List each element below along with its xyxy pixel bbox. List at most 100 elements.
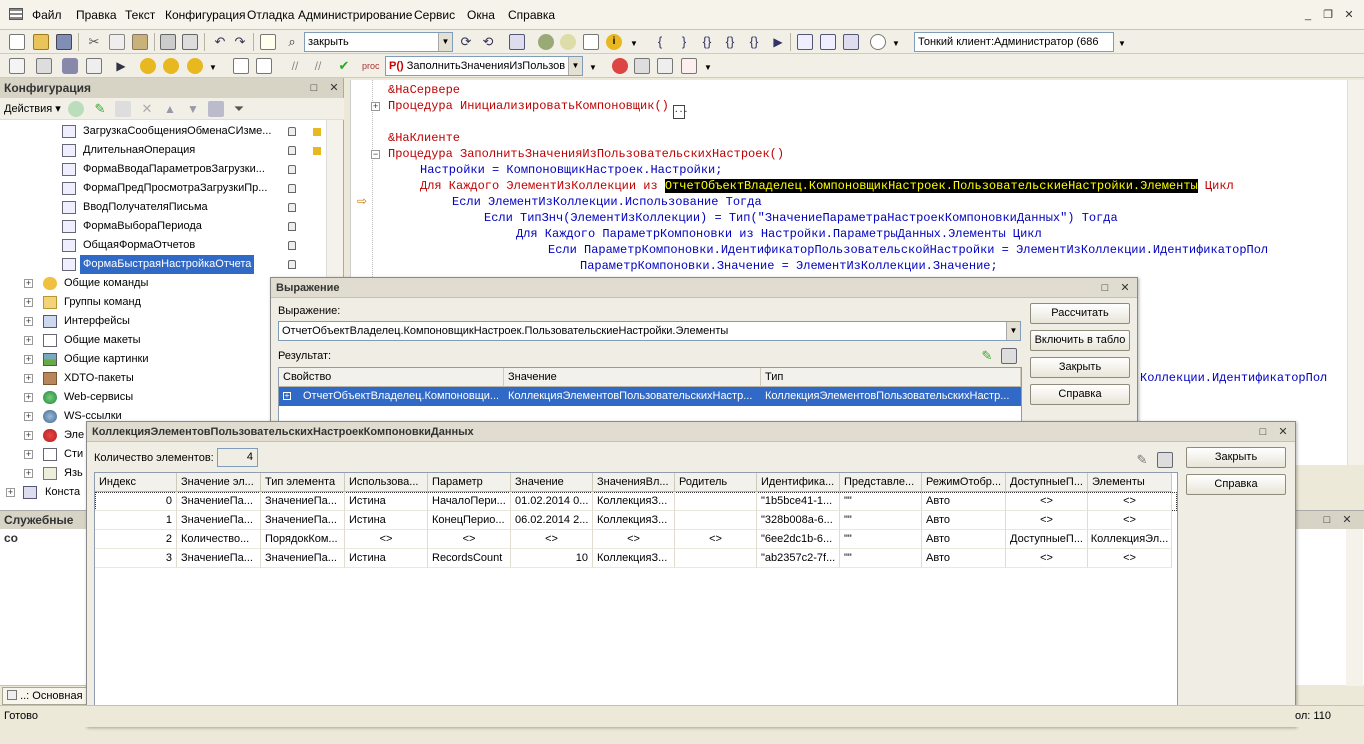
edit-icon[interactable]: ✎ bbox=[1134, 452, 1150, 468]
syntax-check-icon[interactable] bbox=[560, 34, 576, 50]
print-icon[interactable] bbox=[1001, 348, 1017, 364]
find-in-files-icon[interactable] bbox=[260, 34, 276, 50]
module-settings-icon[interactable] bbox=[843, 34, 859, 50]
editor-scrollbar[interactable] bbox=[1347, 80, 1364, 465]
redo-icon[interactable]: ↷ bbox=[232, 34, 248, 50]
module-icon[interactable] bbox=[820, 34, 836, 50]
block-icon[interactable]: {} bbox=[699, 34, 715, 50]
panel-restore-icon[interactable]: □ bbox=[306, 81, 322, 95]
paste-lines-icon[interactable] bbox=[256, 58, 272, 74]
chevron-down-icon[interactable]: ▼ bbox=[438, 33, 452, 51]
print-icon[interactable] bbox=[160, 34, 176, 50]
uncomment-icon[interactable]: // bbox=[310, 58, 326, 74]
column-header[interactable]: Идентифика... bbox=[757, 473, 840, 492]
paste-icon[interactable] bbox=[132, 34, 148, 50]
menu-service[interactable]: Сервис bbox=[414, 8, 455, 22]
debug-start-icon[interactable] bbox=[140, 58, 156, 74]
menu-administration[interactable]: Администрирование bbox=[298, 8, 412, 22]
database-icon[interactable] bbox=[62, 58, 78, 74]
close-icon[interactable]: ✕ bbox=[1341, 8, 1357, 22]
continue-icon[interactable]: ▶ bbox=[770, 34, 786, 50]
minimize-icon[interactable]: _ bbox=[1300, 8, 1316, 22]
calculate-button[interactable]: Рассчитать bbox=[1030, 303, 1130, 324]
open-folder-icon[interactable] bbox=[33, 34, 49, 50]
help-button[interactable]: Справка bbox=[1186, 474, 1286, 495]
table-row[interactable]: 2 Количество... ПорядокКом... <> <> <> <> <> "6e… bbox=[95, 530, 1177, 549]
column-header[interactable]: ЗначенияВл... bbox=[593, 473, 675, 492]
table-row-selected[interactable]: + ОтчетОбъектВладелец.Компоновщи... Колл… bbox=[279, 387, 1021, 406]
expand-icon[interactable]: + bbox=[6, 488, 15, 497]
table-icon[interactable] bbox=[86, 58, 102, 74]
client-select[interactable]: Тонкий клиент:Администратор (686 bbox=[914, 32, 1114, 52]
chevron-down-icon[interactable]: ▼ bbox=[568, 57, 582, 75]
expand-icon[interactable]: + bbox=[24, 317, 33, 326]
menu-windows[interactable]: Окна bbox=[467, 8, 495, 22]
collapse-icon[interactable]: + bbox=[371, 102, 380, 111]
clock-icon[interactable] bbox=[870, 34, 886, 50]
cut-icon[interactable]: ✂ bbox=[86, 34, 102, 50]
panel-restore-icon[interactable]: □ bbox=[1319, 513, 1335, 527]
expand-icon[interactable]: + bbox=[24, 450, 33, 459]
tree-item-form[interactable]: ЗагрузкаСообщенияОбменаСИзме... bbox=[62, 122, 332, 141]
table-row[interactable]: 1 ЗначениеПа... ЗначениеПа... Истина КонецПе… bbox=[95, 511, 1177, 530]
window-icon[interactable] bbox=[509, 34, 525, 50]
step-out-icon[interactable]: {} bbox=[746, 34, 762, 50]
tree-item-form[interactable]: ДлительнаяОперация bbox=[62, 141, 332, 160]
column-header[interactable]: РежимОтобр... bbox=[922, 473, 1006, 492]
table-row[interactable]: 0 ЗначениеПа... ЗначениеПа... Истина НачалоП… bbox=[95, 492, 1177, 511]
procedures-icon[interactable]: proc bbox=[362, 58, 380, 74]
column-header[interactable]: Использова... bbox=[345, 473, 428, 492]
tree-group-elements[interactable]: + Эле bbox=[24, 426, 94, 445]
tree-item-form[interactable]: ФормаПредПросмотраЗагрузкиПр... bbox=[62, 179, 332, 198]
tree-item-form[interactable]: ФормаВводаПараметровЗагрузки... bbox=[62, 160, 332, 179]
panel-close-icon[interactable]: ✕ bbox=[1339, 513, 1355, 527]
tree-item-form-selected[interactable]: ФормаБыстраяНастройкаОтчета bbox=[62, 255, 332, 274]
tree-item-form[interactable]: ФормаВыбораПериода bbox=[62, 217, 332, 236]
sort-icon[interactable] bbox=[208, 101, 224, 117]
search-icon[interactable]: ⌕ bbox=[284, 34, 300, 50]
actions-menu[interactable]: Действия ▾ bbox=[4, 102, 61, 115]
breakpoint-list-icon[interactable] bbox=[634, 58, 650, 74]
delete-icon[interactable]: ✕ bbox=[139, 101, 155, 117]
save-icon[interactable] bbox=[56, 34, 72, 50]
copy-item-icon[interactable] bbox=[115, 101, 131, 117]
edit-icon[interactable]: ✎ bbox=[979, 348, 995, 364]
close-button[interactable]: Закрыть bbox=[1186, 447, 1286, 468]
clear-breakpoints-icon[interactable] bbox=[681, 58, 697, 74]
column-header[interactable]: Параметр bbox=[428, 473, 511, 492]
edit-icon[interactable]: ✎ bbox=[92, 101, 108, 117]
copy-lines-icon[interactable] bbox=[233, 58, 249, 74]
move-up-icon[interactable]: ▲ bbox=[162, 101, 178, 117]
help-button[interactable]: Справка bbox=[1030, 384, 1130, 405]
column-header[interactable]: Родитель bbox=[675, 473, 757, 492]
expand-icon[interactable]: + bbox=[283, 392, 291, 400]
template-icon[interactable] bbox=[583, 34, 599, 50]
toggle-bookmark-icon[interactable]: { bbox=[652, 34, 668, 50]
chevron-down-icon[interactable]: ▼ bbox=[205, 60, 221, 76]
find-next-icon[interactable]: ⟳ bbox=[458, 34, 474, 50]
chevron-down-icon[interactable]: ▼ bbox=[1114, 36, 1130, 52]
column-header[interactable]: Тип элемента bbox=[261, 473, 345, 492]
table-row[interactable]: 3 ЗначениеПа... ЗначениеПа... Истина Records… bbox=[95, 549, 1177, 568]
menu-configuration[interactable]: Конфигурация bbox=[165, 8, 246, 22]
menu-debug[interactable]: Отладка bbox=[247, 8, 294, 22]
dialog-close-icon[interactable]: ✕ bbox=[1117, 281, 1133, 295]
print-icon[interactable] bbox=[1157, 452, 1173, 468]
debug-client-icon[interactable] bbox=[163, 58, 179, 74]
column-header[interactable]: Индекс bbox=[95, 473, 177, 492]
column-header[interactable]: Значение bbox=[504, 368, 761, 387]
debug-server-icon[interactable] bbox=[187, 58, 203, 74]
app-menu-icon[interactable] bbox=[9, 8, 23, 20]
procedure-select[interactable]: Р() ЗаполнитьЗначенияИзПользов ▼ bbox=[385, 56, 583, 76]
taskbar-tab[interactable]: ..: Основная bbox=[2, 687, 88, 705]
expand-icon[interactable]: + bbox=[24, 412, 33, 421]
chevron-down-icon[interactable]: ▼ bbox=[585, 60, 601, 76]
search-input[interactable]: закрыть ▼ bbox=[304, 32, 453, 52]
expand-icon[interactable]: + bbox=[24, 469, 33, 478]
column-header[interactable]: Представле... bbox=[840, 473, 922, 492]
new-document-icon[interactable] bbox=[9, 34, 25, 50]
form-icon[interactable] bbox=[797, 34, 813, 50]
menu-text[interactable]: Текст bbox=[125, 8, 155, 22]
config-window-icon[interactable] bbox=[9, 58, 25, 74]
tree-group-languages[interactable]: + Язь bbox=[24, 464, 94, 483]
